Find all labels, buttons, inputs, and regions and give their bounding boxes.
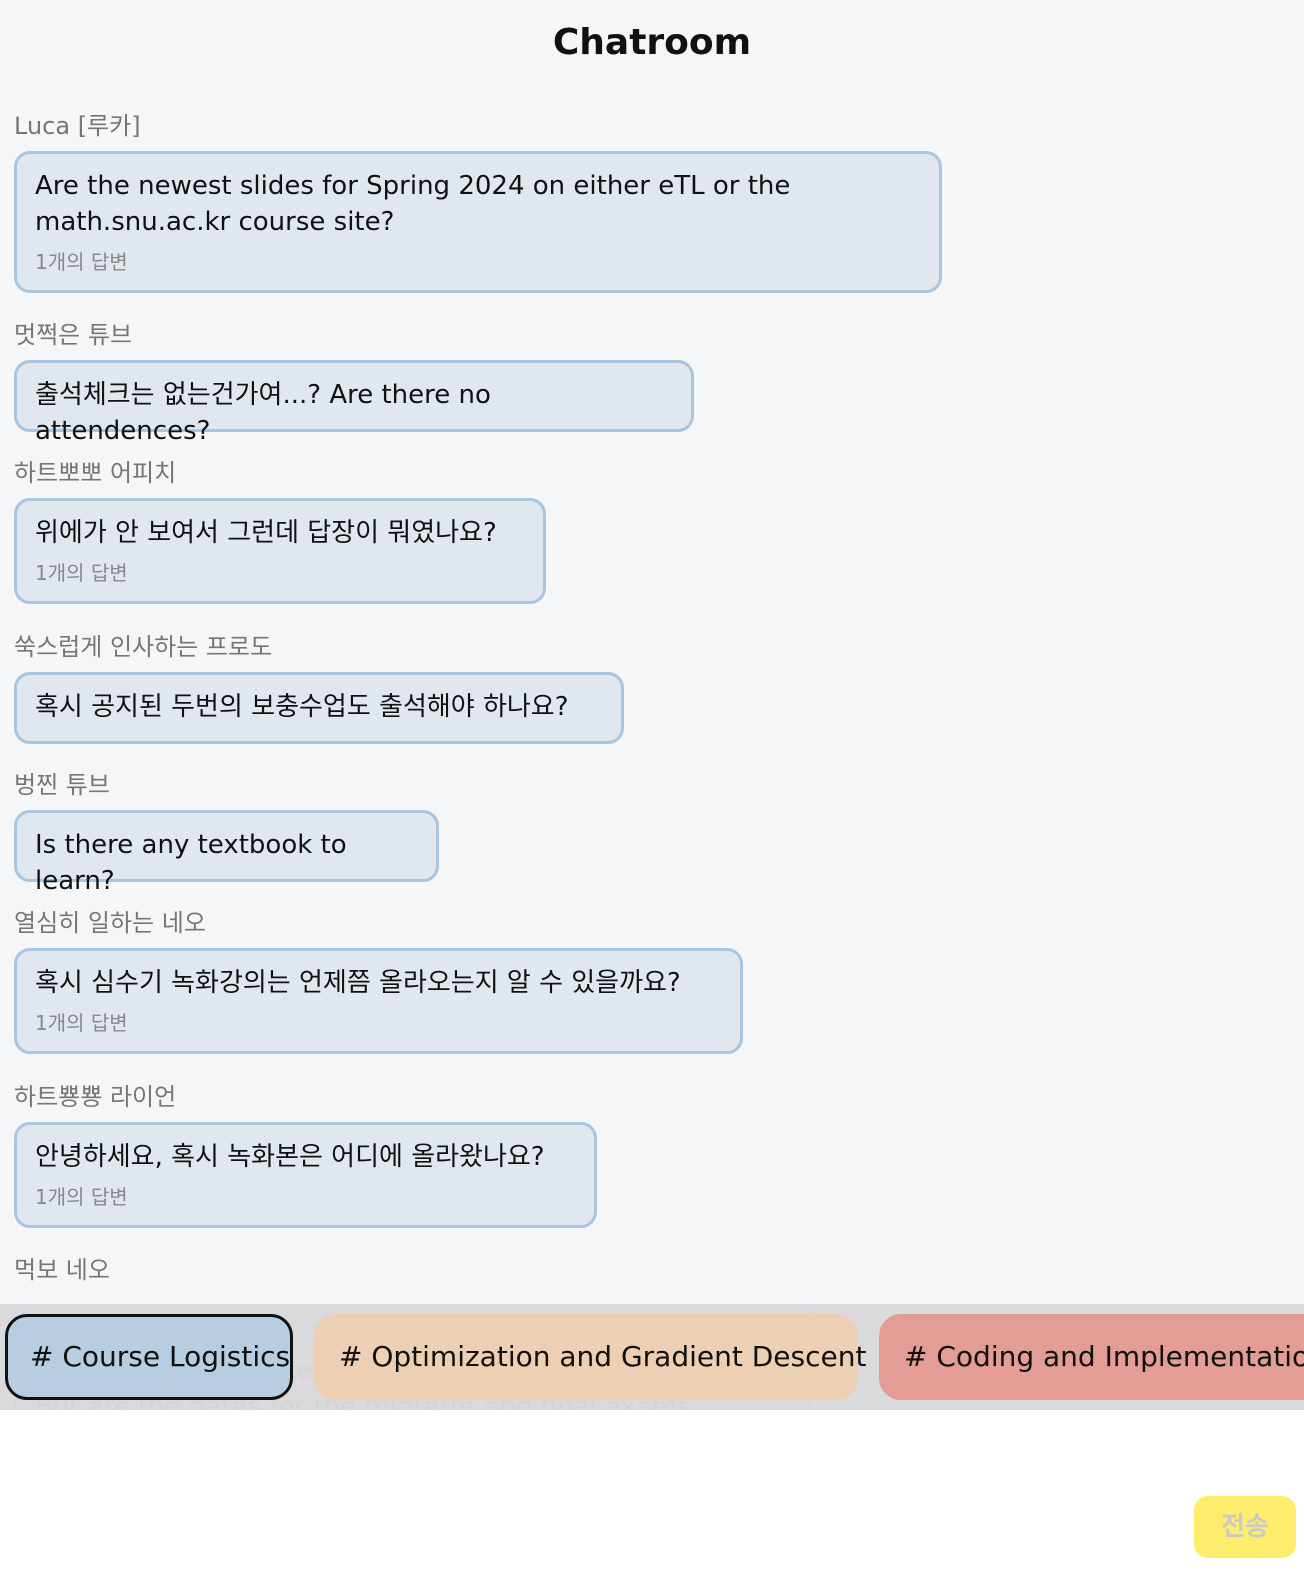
chat-app: Chatroom Luca [루카] Are the newest slides… [0, 0, 1304, 1574]
message-text: 위에가 안 보여서 그런데 답장이 뭐였나요? [35, 518, 497, 548]
message-text: 출석체크는 없는건가여...? Are there no attendences… [35, 380, 491, 446]
message-sender: 쑥스럽게 인사하는 프로도 [14, 633, 273, 661]
message-bubble[interactable]: 출석체크는 없는건가여...? Are there no attendences… [14, 360, 694, 446]
message-bubble[interactable]: Are the newest slides for Spring 2024 on… [14, 151, 942, 293]
message-sender: 하트뿅뿅 라이언 [14, 1083, 177, 1111]
message-sender: Luca [루카] [14, 112, 141, 140]
message-sender: 하트뽀뽀 어피치 [14, 459, 177, 487]
message-text: 혹시 심수기 녹화강의는 언제쯤 올라오는지 알 수 있을까요? [35, 968, 681, 998]
message-bubble[interactable]: 위에가 안 보여서 그런데 답장이 뭐였나요? 1개의 답변 [14, 498, 546, 604]
channel-chip-bar: # Course Logistics # Optimization and Gr… [0, 1304, 1304, 1410]
message-input[interactable] [20, 1430, 1160, 1550]
reply-count-link[interactable]: 1개의 답변 [35, 1007, 722, 1036]
message-text: 혹시 공지된 두번의 보충수업도 출석해야 하나요? [35, 692, 569, 722]
message-text: 안녕하세요, 혹시 녹화본은 어디에 올라왔나요? [35, 1142, 545, 1172]
reply-count-link[interactable]: 1개의 답변 [35, 246, 921, 275]
page-title: Chatroom [552, 22, 752, 63]
message-composer: 전송 [0, 1410, 1304, 1574]
message-sender: 멋쩍은 튜브 [14, 321, 133, 349]
send-button[interactable]: 전송 [1194, 1496, 1296, 1558]
message-text: Is there any textbook to learn? [35, 830, 347, 896]
reply-count-link[interactable]: 1개의 답변 [35, 557, 525, 586]
message-text: Are the newest slides for Spring 2024 on… [35, 171, 791, 237]
reply-count-link[interactable]: 1개의 답변 [35, 1181, 576, 1210]
message-bubble[interactable]: 혹시 심수기 녹화강의는 언제쯤 올라오는지 알 수 있을까요? 1개의 답변 [14, 948, 743, 1054]
message-sender: 벙찐 튜브 [14, 771, 110, 799]
message-bubble[interactable]: Is there any textbook to learn? [14, 810, 439, 896]
message-bubble[interactable]: 혹시 공지된 두번의 보충수업도 출석해야 하나요? [14, 672, 624, 744]
message-sender: 열심히 일하는 네오 [14, 909, 206, 937]
channel-chip-coding[interactable]: # Coding and Implementation [879, 1314, 1304, 1400]
message-bubble[interactable]: 안녕하세요, 혹시 녹화본은 어디에 올라왔나요? 1개의 답변 [14, 1122, 597, 1228]
channel-chip-course-logistics[interactable]: # Course Logistics [5, 1314, 293, 1400]
message-sender: 먹보 네오 [14, 1256, 110, 1284]
channel-chip-optimization[interactable]: # Optimization and Gradient Descent [314, 1314, 866, 1400]
